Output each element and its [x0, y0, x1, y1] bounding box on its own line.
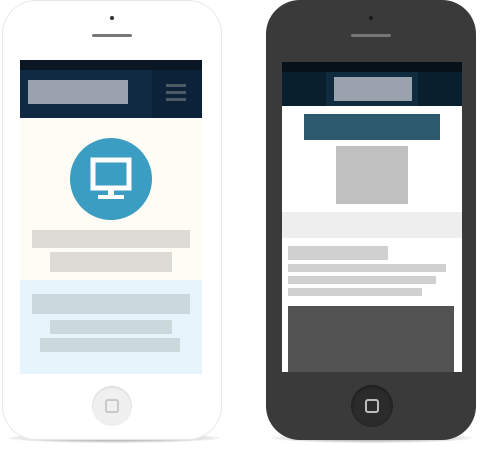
status-bar: [20, 60, 202, 70]
hero-subheading-placeholder: [50, 252, 172, 272]
logo-placeholder[interactable]: [334, 77, 412, 101]
phone-black-screen: [282, 62, 462, 372]
section-text-placeholder: [40, 338, 180, 352]
text-line-placeholder: [288, 288, 422, 296]
media-block-placeholder: [288, 306, 454, 372]
front-camera: [369, 16, 373, 20]
heading-placeholder: [288, 246, 388, 260]
hamburger-menu-icon[interactable]: [166, 84, 186, 102]
text-line-placeholder: [288, 276, 436, 284]
section-heading-placeholder: [32, 294, 190, 314]
hero-heading-placeholder: [32, 230, 190, 248]
section-text-placeholder: [50, 320, 172, 334]
title-banner-placeholder: [304, 114, 440, 140]
square-icon: [365, 399, 379, 413]
square-icon: [105, 399, 119, 413]
monitor-icon-circle: [70, 138, 152, 220]
earpiece-speaker: [351, 34, 391, 37]
phone-white-screen: [20, 60, 202, 374]
divider-band: [282, 212, 462, 238]
front-camera: [110, 16, 114, 20]
monitor-icon: [90, 157, 132, 199]
image-placeholder: [336, 146, 408, 204]
logo-placeholder[interactable]: [28, 80, 128, 104]
text-line-placeholder: [288, 264, 446, 272]
earpiece-speaker: [92, 34, 132, 37]
status-bar: [282, 62, 462, 72]
